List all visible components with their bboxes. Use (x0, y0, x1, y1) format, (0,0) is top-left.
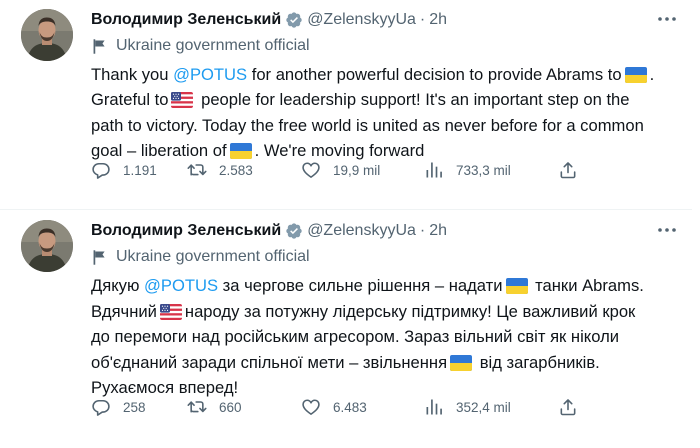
more-options-icon[interactable] (656, 10, 678, 28)
view-count: 352,4 mil (456, 399, 511, 415)
views-icon (424, 397, 444, 417)
tweet-text-line: до перемоги над російським агресором. За… (91, 327, 620, 346)
views-button[interactable]: 733,3 mil (424, 160, 511, 180)
mention-link[interactable]: @POTUS (173, 65, 247, 84)
text-segment: народу за потужну лідерську підтримку! Ц… (184, 301, 636, 321)
tweet-text-line: Grateful to people for leadership suppor… (91, 87, 681, 112)
tweet[interactable]: Володимир Зеленський @ZelenskyyUa · 2h U… (0, 211, 692, 448)
text-segment: . We're moving forward (254, 140, 425, 160)
us-flag-emoji (160, 304, 182, 320)
text-segment: Grateful to (91, 90, 169, 110)
verified-badge-icon (285, 11, 303, 29)
author-name[interactable]: Володимир Зеленський (91, 11, 281, 29)
mention-link[interactable]: @POTUS (144, 276, 218, 295)
tweet-text-line: Рухаємося вперед! (91, 378, 239, 397)
view-count: 733,3 mil (456, 162, 511, 178)
text-segment: об'єднаний заради спільної мети – звільн… (91, 352, 448, 372)
government-flag-icon (91, 249, 108, 266)
account-label-text: Ukraine government official (116, 248, 310, 265)
author-handle[interactable]: @ZelenskyyUa (307, 222, 416, 240)
ukraine-flag-emoji (625, 67, 647, 83)
reply-icon (91, 160, 111, 180)
tweet-header: Володимир Зеленський @ZelenskyyUa · 2h (91, 220, 447, 242)
tweet-timestamp[interactable]: 2h (429, 11, 447, 29)
views-icon (424, 160, 444, 180)
account-label-text: Ukraine government official (116, 37, 310, 54)
retweet-count: 660 (219, 399, 242, 415)
views-button[interactable]: 352,4 mil (424, 397, 511, 417)
text-segment: за чергове сильне рішення – надати (218, 276, 503, 295)
like-icon (301, 160, 321, 180)
tweet-text: Thank you @POTUS for another powerful de… (91, 62, 681, 163)
tweet-header: Володимир Зеленський @ZelenskyyUa · 2h (91, 9, 447, 31)
retweet-icon (187, 397, 207, 417)
tweet-timestamp[interactable]: 2h (429, 222, 447, 240)
share-button[interactable] (558, 397, 578, 417)
tweet-text-line: Вдячний народу за потужну лідерську підтр… (91, 299, 681, 325)
tweet-text-line: об'єднаний заради спільної мети – звільн… (91, 350, 681, 376)
verified-badge-icon (285, 222, 303, 240)
like-count: 19,9 mil (333, 162, 381, 178)
tweet-text-line: Thank you @POTUS for another powerful de… (91, 65, 655, 84)
separator-dot: · (419, 222, 426, 239)
more-options-icon[interactable] (656, 221, 678, 239)
like-icon (301, 397, 321, 417)
retweet-count: 2.583 (219, 162, 253, 178)
text-segment: goal – liberation of (91, 140, 227, 160)
retweet-button[interactable]: 2.583 (187, 160, 253, 180)
text-segment: Вдячний (91, 301, 157, 321)
text-segment: Дякую (91, 276, 145, 295)
author-name[interactable]: Володимир Зеленський (91, 222, 281, 240)
tweet-text: Дякую @POTUS за чергове сильне рішення –… (91, 273, 681, 401)
us-flag-emoji (171, 92, 193, 108)
tweet-text-line: goal – liberation of . We're moving forwa… (91, 138, 681, 163)
reply-icon (91, 397, 111, 417)
separator-dot: · (419, 11, 426, 28)
tweet-text-line: path to victory. Today the free world is… (91, 115, 644, 135)
share-icon (558, 397, 578, 417)
like-count: 6.483 (333, 399, 367, 415)
reply-count: 1.191 (123, 162, 157, 178)
text-segment: for another powerful decision to provide… (247, 65, 622, 84)
text-segment: від загарбників. (475, 352, 600, 372)
reply-button[interactable]: 258 (91, 397, 146, 417)
tweet-text-line: Дякую @POTUS за чергове сильне рішення –… (91, 273, 681, 299)
retweet-button[interactable]: 660 (187, 397, 242, 417)
share-icon (558, 160, 578, 180)
tweet[interactable]: Володимир Зеленський @ZelenskyyUa · 2h U… (0, 0, 692, 210)
account-label: Ukraine government official (91, 247, 310, 267)
share-button[interactable] (558, 160, 578, 180)
avatar[interactable] (21, 220, 73, 272)
ukraine-flag-emoji (230, 143, 252, 159)
government-flag-icon (91, 38, 108, 55)
author-handle[interactable]: @ZelenskyyUa (307, 11, 416, 29)
text-segment: танки Abrams. (530, 276, 644, 295)
text-segment: people for leadership support! It's an i… (196, 90, 630, 110)
like-button[interactable]: 6.483 (301, 397, 367, 417)
ukraine-flag-emoji (450, 355, 472, 371)
like-button[interactable]: 19,9 mil (301, 160, 380, 180)
tweet-feed: Володимир Зеленський @ZelenskyyUa · 2h U… (0, 0, 700, 448)
account-label: Ukraine government official (91, 36, 310, 56)
avatar[interactable] (21, 9, 73, 61)
text-segment: Thank you (91, 65, 174, 84)
reply-button[interactable]: 1.191 (91, 160, 157, 180)
retweet-icon (187, 160, 207, 180)
reply-count: 258 (123, 399, 146, 415)
ukraine-flag-emoji (506, 278, 528, 294)
